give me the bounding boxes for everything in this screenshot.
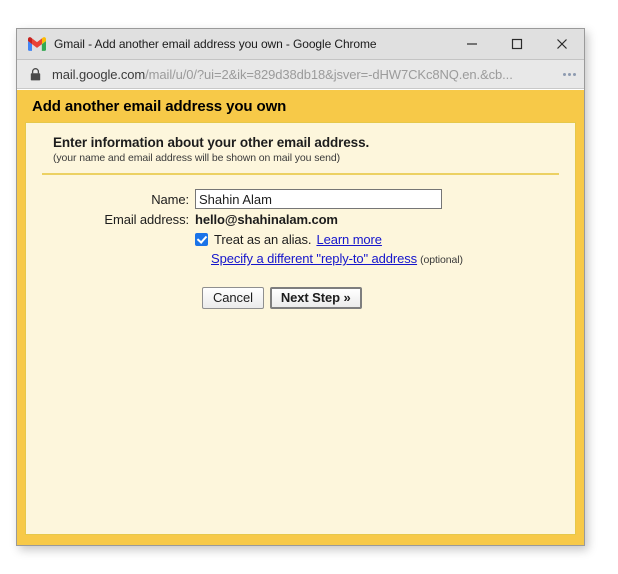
- treat-as-alias-label: Treat as an alias.: [214, 232, 312, 247]
- next-step-button[interactable]: Next Step »: [269, 287, 362, 309]
- page-header: Add another email address you own: [17, 90, 584, 122]
- content-panel: Enter information about your other email…: [25, 122, 576, 535]
- close-button[interactable]: [539, 29, 584, 59]
- email-address-label: Email address:: [104, 212, 189, 227]
- alias-row: Treat as an alias. Learn more: [195, 232, 561, 247]
- section-divider: [42, 173, 559, 175]
- overflow-menu-icon[interactable]: [563, 72, 576, 76]
- name-row: Name:: [40, 189, 561, 209]
- optional-note: (optional): [420, 254, 463, 266]
- window-title: Gmail - Add another email address you ow…: [54, 37, 377, 51]
- reply-to-row: Specify a different "reply-to" address (o…: [211, 251, 561, 266]
- menu-dot: [573, 72, 576, 76]
- url-domain: mail.google.com: [52, 66, 146, 82]
- menu-dot: [568, 72, 571, 76]
- learn-more-link[interactable]: Learn more: [316, 232, 382, 247]
- title-bar: Gmail - Add another email address you ow…: [17, 29, 584, 60]
- minimize-icon: [466, 43, 477, 45]
- minimize-button[interactable]: [449, 29, 494, 59]
- close-icon: [556, 39, 567, 49]
- specify-reply-to-link[interactable]: Specify a different "reply-to" address: [211, 251, 417, 266]
- intro-subtitle: (your name and email address will be sho…: [53, 152, 340, 164]
- maximize-button[interactable]: [494, 29, 539, 59]
- cancel-button[interactable]: Cancel: [202, 287, 264, 309]
- email-address-row: Email address: hello@shahinalam.com: [40, 212, 561, 227]
- menu-dot: [563, 72, 566, 76]
- url-text: mail.google.com/mail/u/0/?ui=2&ik=829d38…: [52, 67, 563, 82]
- treat-as-alias-checkbox[interactable]: [195, 233, 208, 246]
- intro-title: Enter information about your other email…: [53, 135, 370, 150]
- email-address-form: Name: Email address: hello@shahinalam.co…: [40, 189, 561, 309]
- chrome-popup-window: Gmail - Add another email address you ow…: [16, 28, 585, 546]
- maximize-icon: [511, 38, 522, 50]
- gmail-logo-icon: [28, 37, 46, 51]
- page-title: Add another email address you own: [32, 97, 287, 115]
- email-address-value: hello@shahinalam.com: [195, 212, 338, 227]
- url-bar[interactable]: mail.google.com/mail/u/0/?ui=2&ik=829d38…: [17, 60, 584, 89]
- button-row: Cancel Next Step »: [202, 287, 561, 309]
- url-path: /mail/u/0/?ui=2&ik=829d38db18&jsver=-dHW…: [145, 66, 513, 82]
- lock-icon: [30, 67, 41, 80]
- name-input[interactable]: [195, 189, 442, 209]
- page-body: Add another email address you own Enter …: [17, 90, 584, 545]
- name-label: Name:: [151, 191, 189, 207]
